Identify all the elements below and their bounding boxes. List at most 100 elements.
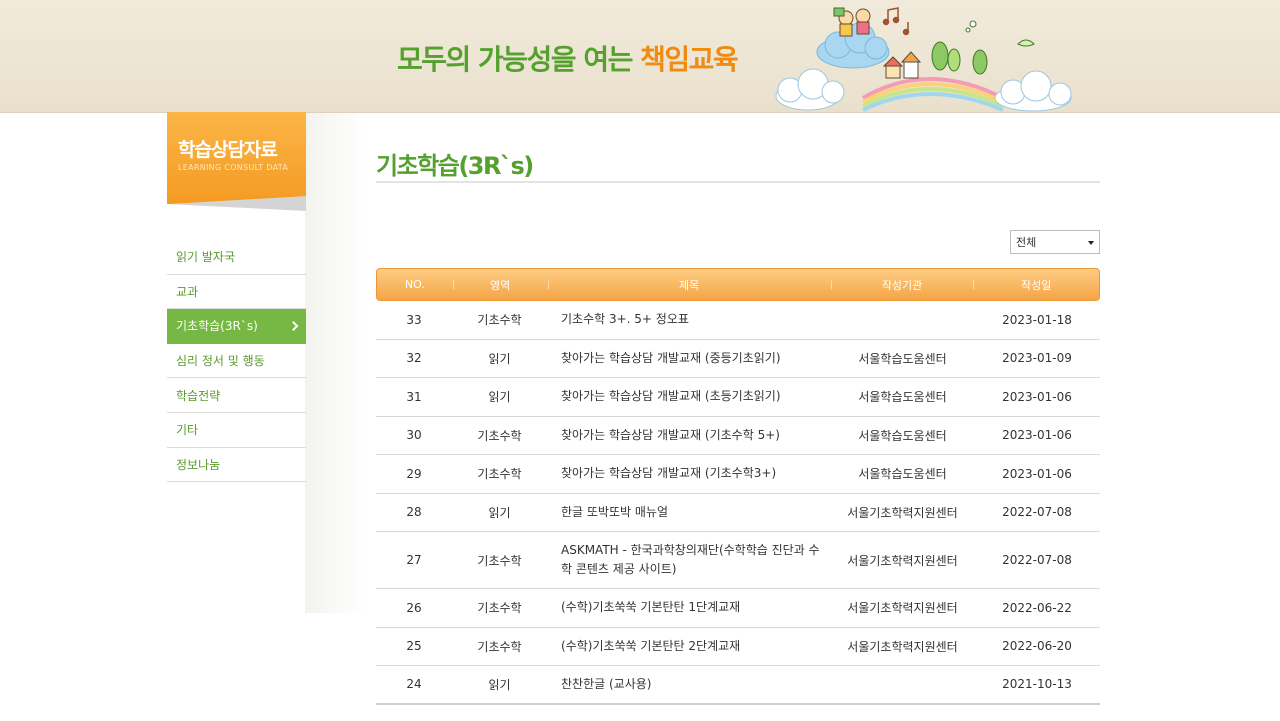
cell-area: 기초수학 [477,428,522,443]
post-title-link[interactable]: 찬찬한글 (교사용) [561,677,651,691]
sidebar-item-reading-footprint[interactable]: 읽기 발자국 [167,240,306,275]
sidebar-item-info-sharing[interactable]: 정보나눔 [167,448,306,483]
table-row: 25 기초수학 (수학)기초쑥쑥 기본탄탄 2단계교재 서울기초학력지원센터 2… [376,628,1100,666]
table-row: 26 기초수학 (수학)기초쑥쑥 기본탄탄 1단계교재 서울기초학력지원센터 2… [376,589,1100,628]
cell-no: 29 [406,466,422,481]
sidebar-menu: 읽기 발자국 교과 기초학습(3R`s) 심리 정서 및 행동 학습전략 기타 … [167,240,306,483]
cell-title: 찾아가는 학습상담 개발교재 (중등기초읽기) [547,349,831,368]
sidebar-item-label: 기초학습(3R`s) [176,319,258,334]
cell-title: ASKMATH - 한국과학창의재단(수학학습 진단과 수학 콘텐츠 제공 사이… [547,541,831,579]
cell-area: 기초수학 [477,639,522,654]
post-title-link[interactable]: 기초수학 3+. 5+ 정오표 [561,312,689,326]
sidebar-item-label: 정보나눔 [176,457,221,472]
cell-date: 2023-01-06 [1002,466,1072,481]
cell-date: 2022-07-08 [1002,505,1072,520]
post-title-link[interactable]: 찾아가는 학습상담 개발교재 (기초수학 5+) [561,428,780,442]
header-banner: 모두의 가능성을 여는 책임교육 [0,0,1280,113]
post-title-link[interactable]: 한글 또박또박 매뉴얼 [561,505,668,519]
sidebar-item-label: 읽기 발자국 [176,250,236,265]
cell-area: 읽기 [488,351,511,366]
slogan-main: 모두의 가능성을 여는 [397,43,641,76]
cell-no: 26 [406,600,422,615]
slogan-highlight: 책임교육 [640,43,739,76]
cell-date: 2023-01-18 [1002,312,1072,327]
posts-table: 33 기초수학 기초수학 3+. 5+ 정오표 2023-01-18 32 읽기… [376,301,1100,705]
post-title-link[interactable]: 찾아가는 학습상담 개발교재 (기초수학3+) [561,466,776,480]
post-title-link[interactable]: ASKMATH - 한국과학창의재단(수학학습 진단과 수학 콘텐츠 제공 사이… [561,543,820,576]
cell-org: 서울기초학력지원센터 [847,505,958,520]
cell-org: 서울학습도움센터 [858,390,947,405]
table-row: 33 기초수학 기초수학 3+. 5+ 정오표 2023-01-18 [376,301,1100,340]
chevron-right-icon [288,321,299,331]
table-row: 24 읽기 찬찬한글 (교사용) 2021-10-13 [376,666,1100,705]
cell-org: 서울기초학력지원센터 [847,553,958,568]
sidebar-item-basic-learning[interactable]: 기초학습(3R`s) [167,309,306,344]
sidebar-item-label: 기타 [176,423,199,438]
title-divider [376,181,1100,183]
cell-title: 찾아가는 학습상담 개발교재 (기초수학 5+) [547,426,831,445]
banner-slogan: 모두의 가능성을 여는 책임교육 [397,38,739,78]
table-row: 27 기초수학 ASKMATH - 한국과학창의재단(수학학습 진단과 수학 콘… [376,532,1100,589]
table-header: NO. 영역 제목 작성기관 작성일 [376,268,1100,301]
sidebar-item-subjects[interactable]: 교과 [167,275,306,310]
table-row: 31 읽기 찾아가는 학습상담 개발교재 (초등기초읽기) 서울학습도움센터 2… [376,378,1100,417]
sidebar-title-block: 학습상담자료 LEARNING CONSULT DATA [167,112,306,211]
cell-org: 서울기초학력지원센터 [847,639,958,654]
post-title-link[interactable]: 찾아가는 학습상담 개발교재 (중등기초읽기) [561,351,781,365]
area-filter-select[interactable]: 전체 [1010,230,1100,254]
cell-date: 2022-07-08 [1002,553,1072,567]
sidebar-shadow [305,113,365,613]
cell-title: 한글 또박또박 매뉴얼 [547,503,831,522]
post-title-link[interactable]: (수학)기초쑥쑥 기본탄탄 1단계교재 [561,600,740,614]
cell-title: 찬찬한글 (교사용) [547,675,831,694]
banner-illustration [775,7,1072,112]
column-header-title: 제목 [548,277,831,293]
cell-title: (수학)기초쑥쑥 기본탄탄 1단계교재 [547,598,831,617]
sidebar-title-fold [167,196,306,211]
cell-area: 기초수학 [477,553,522,568]
cell-area: 기초수학 [477,313,522,328]
column-header-org: 작성기관 [831,277,974,293]
page-title: 기초학습(3R`s) [376,152,534,180]
column-header-no: NO. [404,278,425,291]
table-row: 28 읽기 한글 또박또박 매뉴얼 서울기초학력지원센터 2022-07-08 [376,494,1100,532]
filter-selected-value: 전체 [1016,236,1037,249]
table-row: 29 기초수학 찾아가는 학습상담 개발교재 (기초수학3+) 서울학습도움센터… [376,455,1100,494]
cell-date: 2021-10-13 [1002,677,1072,692]
cell-area: 읽기 [488,505,511,520]
column-header-date: 작성일 [973,277,1099,293]
table-row: 30 기초수학 찾아가는 학습상담 개발교재 (기초수학 5+) 서울학습도움센… [376,417,1100,455]
sidebar-subtitle: LEARNING CONSULT DATA [178,163,289,172]
sidebar-item-emotion-behavior[interactable]: 심리 정서 및 행동 [167,344,306,379]
cell-org: 서울학습도움센터 [858,467,947,482]
cell-org: 서울학습도움센터 [858,351,947,366]
cell-area: 읽기 [488,677,511,692]
cell-date: 2022-06-22 [1002,600,1072,615]
cell-no: 25 [406,639,422,654]
cell-title: 찾아가는 학습상담 개발교재 (기초수학3+) [547,464,831,483]
cell-org: 서울학습도움센터 [858,428,947,443]
sidebar-item-label: 교과 [176,284,199,299]
cell-no: 30 [406,428,422,443]
caret-down-icon [1088,241,1094,245]
cell-title: (수학)기초쑥쑥 기본탄탄 2단계교재 [547,637,831,656]
cell-area: 기초수학 [477,467,522,482]
cell-area: 기초수학 [477,601,522,616]
cell-title: 기초수학 3+. 5+ 정오표 [547,310,831,329]
cell-no: 32 [406,351,422,366]
column-header-area: 영역 [453,277,548,293]
sidebar-item-learning-strategy[interactable]: 학습전략 [167,378,306,413]
cell-no: 31 [406,389,422,404]
cell-area: 읽기 [488,390,511,405]
sidebar-item-etc[interactable]: 기타 [167,413,306,448]
post-title-link[interactable]: 찾아가는 학습상담 개발교재 (초등기초읽기) [561,389,781,403]
table-row: 32 읽기 찾아가는 학습상담 개발교재 (중등기초읽기) 서울학습도움센터 2… [376,340,1100,378]
cell-title: 찾아가는 학습상담 개발교재 (초등기초읽기) [547,387,831,406]
post-title-link[interactable]: (수학)기초쑥쑥 기본탄탄 2단계교재 [561,639,740,653]
cell-date: 2023-01-06 [1002,389,1072,404]
sidebar-item-label: 학습전략 [176,388,221,403]
cell-date: 2023-01-06 [1002,428,1072,443]
cell-date: 2022-06-20 [1002,639,1072,654]
cell-no: 24 [406,677,422,692]
cell-no: 33 [406,312,422,327]
